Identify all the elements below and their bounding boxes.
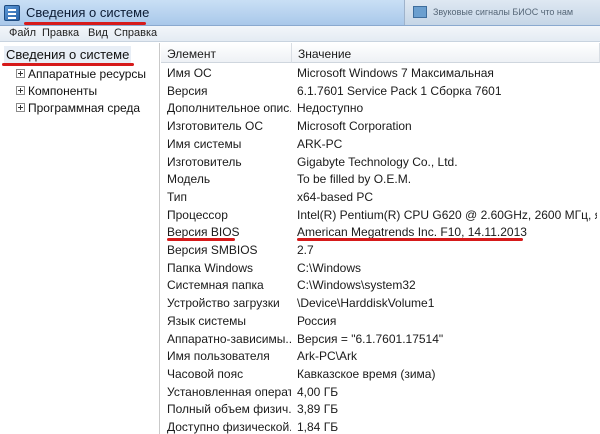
cell-element: Доступно физической... <box>167 420 291 434</box>
system-info-icon <box>4 5 20 21</box>
table-row-bios-version[interactable]: Версия BIOS American Megatrends Inc. F10… <box>161 223 600 242</box>
details-list[interactable]: Элемент Значение Имя ОС Microsoft Window… <box>161 43 600 434</box>
cell-element: Версия SMBIOS <box>167 243 258 257</box>
table-row[interactable]: Установленная операт... 4,00 ГБ <box>161 383 600 401</box>
cell-element: Полный объем физич... <box>167 402 291 417</box>
table-row[interactable]: Язык системы Россия <box>161 312 600 330</box>
browser-window-icon <box>413 6 427 18</box>
expand-plus-icon[interactable] <box>16 86 25 95</box>
category-tree[interactable]: Сведения о системе Аппаратные ресурсы Ко… <box>0 43 160 434</box>
cell-value: 2.7 <box>297 243 314 257</box>
title-highlight-underline <box>24 22 146 25</box>
cell-element: Установленная операт... <box>167 384 291 399</box>
cell-value: American Megatrends Inc. F10, 14.11.2013 <box>297 225 527 240</box>
tree-root-system-summary[interactable]: Сведения о системе <box>4 46 132 63</box>
column-header-element[interactable]: Элемент <box>161 43 292 63</box>
table-row[interactable]: Версия SMBIOS 2.7 <box>161 241 600 259</box>
table-row[interactable]: Папка Windows C:\Windows <box>161 259 600 277</box>
cell-value: Ark-PC\Ark <box>297 349 357 364</box>
table-row[interactable]: Часовой пояс Кавказское время (зима) <box>161 365 600 383</box>
table-row[interactable]: Имя системы ARK-PC <box>161 135 600 153</box>
cell-element: Дополнительное опис... <box>167 101 291 116</box>
cell-value: Microsoft Corporation <box>297 119 412 134</box>
window-title: Сведения о системе <box>26 5 150 20</box>
cell-element: Имя системы <box>167 136 242 151</box>
table-row[interactable]: Изготовитель Gigabyte Technology Co., Lt… <box>161 153 600 171</box>
cell-element: Устройство загрузки <box>167 296 280 311</box>
background-window-title: Звуковые сигналы БИОС что нам <box>433 7 574 17</box>
table-row[interactable]: Изготовитель ОС Microsoft Corporation <box>161 117 600 135</box>
table-row[interactable]: Процессор Intel(R) Pentium(R) CPU G620 @… <box>161 206 600 224</box>
background-window-tab[interactable]: Звуковые сигналы БИОС что нам <box>404 0 600 25</box>
table-row[interactable]: Имя пользователя Ark-PC\Ark <box>161 347 600 365</box>
cell-value: Версия = "6.1.7601.17514" <box>297 331 444 346</box>
expand-plus-icon[interactable] <box>16 69 25 78</box>
table-row[interactable]: Версия 6.1.7601 Service Pack 1 Сборка 76… <box>161 82 600 100</box>
cell-value: \Device\HarddiskVolume1 <box>297 296 435 311</box>
tree-node-label: Компоненты <box>28 84 98 98</box>
cell-element: Имя пользователя <box>167 349 270 364</box>
table-row[interactable]: Аппаратно-зависимы... Версия = "6.1.7601… <box>161 330 600 348</box>
table-row[interactable]: Дополнительное опис... Недоступно <box>161 99 600 117</box>
title-bar: Сведения о системе Звуковые сигналы БИОС… <box>0 0 600 26</box>
cell-value: x64-based PC <box>297 189 374 204</box>
table-row[interactable]: Полный объем физич... 3,89 ГБ <box>161 400 600 418</box>
cell-element: Системная папка <box>167 278 264 293</box>
cell-element: Версия BIOS <box>167 225 240 240</box>
cell-element: Аппаратно-зависимы... <box>167 331 291 346</box>
cell-element: Изготовитель ОС <box>167 119 263 134</box>
cell-element: Процессор <box>167 207 228 222</box>
cell-value: 3,89 ГБ <box>297 402 339 417</box>
cell-value: C:\Windows <box>297 260 362 275</box>
tree-node-label: Аппаратные ресурсы <box>28 67 147 81</box>
table-row[interactable]: Модель To be filled by O.E.M. <box>161 170 600 188</box>
expand-plus-icon[interactable] <box>16 103 25 112</box>
cell-element: Папка Windows <box>167 260 253 275</box>
cell-value: Недоступно <box>297 101 364 116</box>
table-row[interactable]: Тип x64-based PC <box>161 188 600 206</box>
cell-element: Модель <box>167 172 211 187</box>
menu-file[interactable]: Файл <box>9 27 36 39</box>
cell-value: Microsoft Windows 7 Максимальная <box>297 66 494 80</box>
tree-node-label: Программная среда <box>28 101 141 115</box>
cell-value: 6.1.7601 Service Pack 1 Сборка 7601 <box>297 83 502 98</box>
cell-value: Intel(R) Pentium(R) CPU G620 @ 2.60GHz, … <box>297 207 597 222</box>
menu-view[interactable]: Вид <box>88 27 108 39</box>
cell-value: To be filled by O.E.M. <box>297 172 412 187</box>
tree-root-highlight-underline <box>2 63 134 66</box>
cell-value: 4,00 ГБ <box>297 384 339 399</box>
column-header-value[interactable]: Значение <box>292 43 600 63</box>
cell-value: Россия <box>297 313 337 328</box>
cell-value: Gigabyte Technology Co., Ltd. <box>297 154 458 169</box>
cell-element: Изготовитель <box>167 154 242 169</box>
cell-value: 1,84 ГБ <box>297 420 339 434</box>
cell-element: Язык системы <box>167 313 246 328</box>
cell-value: ARK-PC <box>297 136 343 151</box>
cell-element: Имя ОС <box>167 66 212 80</box>
cell-element: Часовой пояс <box>167 366 244 381</box>
table-row[interactable]: Имя ОС Microsoft Windows 7 Максимальная <box>161 64 600 82</box>
menu-help[interactable]: Справка <box>114 27 157 39</box>
cell-element: Тип <box>167 189 188 204</box>
cell-value: Кавказское время (зима) <box>297 366 436 381</box>
table-row[interactable]: Доступно физической... 1,84 ГБ <box>161 418 600 434</box>
menu-edit[interactable]: Правка <box>42 27 79 39</box>
table-row[interactable]: Системная папка C:\Windows\system32 <box>161 276 600 294</box>
cell-element: Версия <box>167 83 208 98</box>
table-row[interactable]: Устройство загрузки \Device\HarddiskVolu… <box>161 294 600 312</box>
menu-bar: Файл Правка Вид Справка <box>0 26 600 42</box>
cell-value: C:\Windows\system32 <box>297 278 416 293</box>
